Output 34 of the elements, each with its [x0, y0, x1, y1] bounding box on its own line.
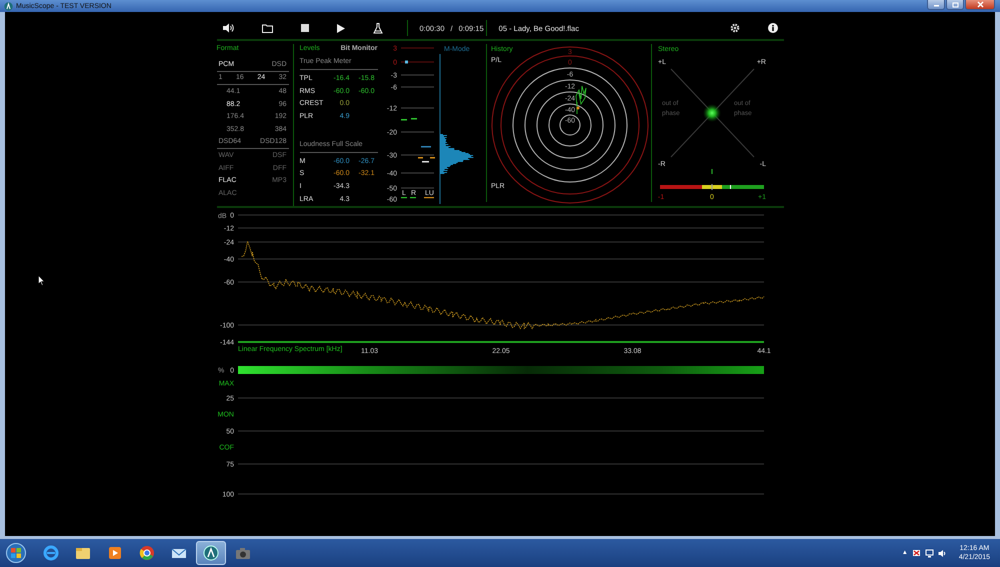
- flask-icon[interactable]: [372, 22, 382, 34]
- history-trace-drawing: [575, 86, 586, 114]
- stop-icon[interactable]: [300, 24, 308, 32]
- minimize-button[interactable]: [927, 0, 945, 10]
- taskbar-app[interactable]: [196, 541, 226, 565]
- volume-icon[interactable]: [938, 548, 947, 558]
- maximize-icon: [952, 2, 958, 8]
- folder-icon[interactable]: [262, 24, 272, 32]
- tick-line: [400, 172, 434, 174]
- tick-line: [400, 154, 434, 156]
- network-icon[interactable]: [924, 548, 934, 558]
- close-icon: [976, 1, 984, 8]
- maximize-button[interactable]: [946, 0, 964, 10]
- folder-icon: [75, 545, 91, 561]
- info-icon[interactable]: [768, 23, 778, 33]
- media-player-icon: [107, 545, 123, 561]
- close-button[interactable]: [965, 0, 995, 10]
- tick-line: [400, 86, 434, 88]
- start-button[interactable]: [6, 543, 26, 563]
- settings-icon[interactable]: [730, 23, 740, 33]
- app-icon: [203, 545, 219, 561]
- play-icon[interactable]: [336, 24, 344, 32]
- app-icon: [4, 2, 13, 10]
- volume-icon[interactable]: [222, 23, 234, 33]
- browser-icon: [139, 545, 155, 561]
- center-mark: [711, 169, 712, 174]
- phase-dot: [702, 104, 720, 122]
- tick-line: [400, 74, 434, 76]
- minimize-icon: [932, 2, 940, 7]
- camera-icon: [235, 545, 251, 561]
- globe-icon: [43, 545, 59, 561]
- cursor-icon: [38, 275, 45, 286]
- center-tick: [711, 184, 712, 190]
- flag-icon[interactable]: [912, 548, 921, 558]
